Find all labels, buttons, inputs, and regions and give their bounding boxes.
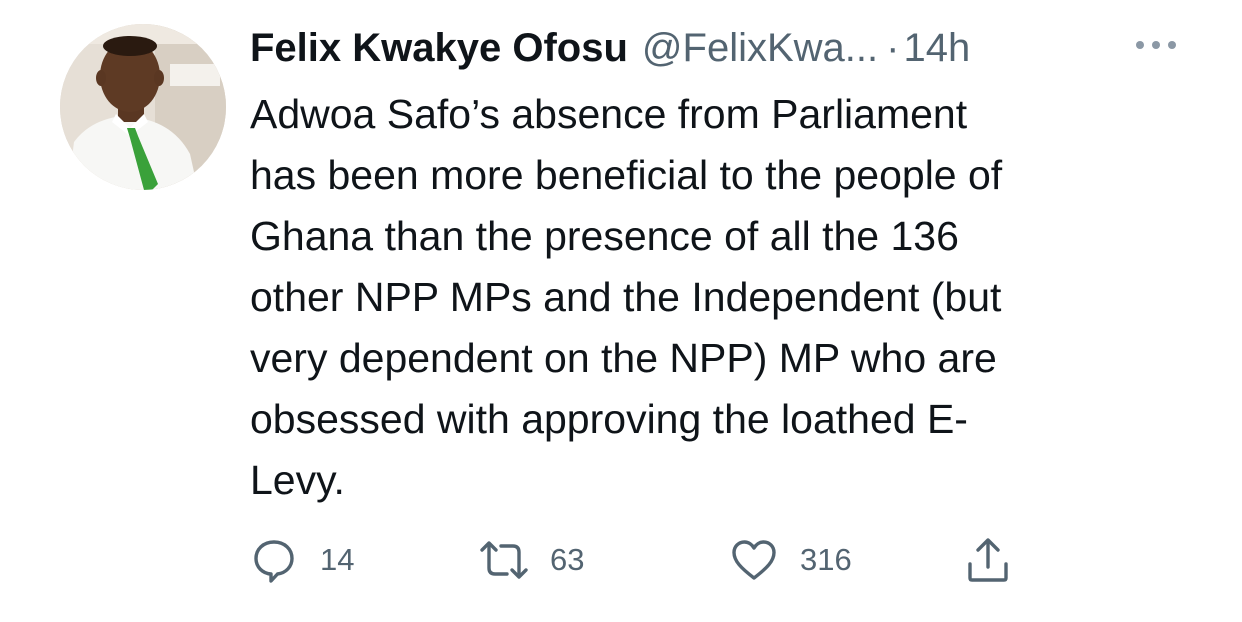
avatar-photo: [60, 24, 226, 190]
retweet-button[interactable]: 63: [476, 530, 584, 590]
tweet-text: Adwoa Safo’s absence from Parliament has…: [250, 91, 1003, 503]
like-button[interactable]: 316: [726, 530, 852, 590]
author-handle[interactable]: @FelixKwa...: [642, 22, 878, 74]
retweet-count: 63: [550, 542, 585, 577]
more-dots-icon: [1136, 41, 1176, 49]
author-display-name[interactable]: Felix Kwakye Ofosu: [250, 22, 628, 74]
share-icon: [960, 532, 1016, 588]
share-button[interactable]: [960, 530, 1016, 590]
header-separator: ·: [886, 26, 900, 70]
heart-icon: [726, 532, 782, 588]
reply-count: 14: [320, 542, 355, 577]
more-options-button[interactable]: [1132, 30, 1180, 60]
retweet-icon: [476, 532, 532, 588]
tweet-actions-bar: 14 63 316: [246, 530, 1146, 590]
like-count: 316: [800, 542, 852, 577]
avatar[interactable]: [60, 24, 226, 190]
tweet-header: Felix Kwakye Ofosu @FelixKwa... · 14h: [250, 22, 970, 74]
reply-button[interactable]: 14: [246, 530, 354, 590]
tweet-timestamp[interactable]: 14h: [903, 22, 970, 74]
tweet-card[interactable]: Felix Kwakye Ofosu @FelixKwa... · 14h Ad…: [0, 0, 1242, 622]
reply-icon: [246, 532, 302, 588]
